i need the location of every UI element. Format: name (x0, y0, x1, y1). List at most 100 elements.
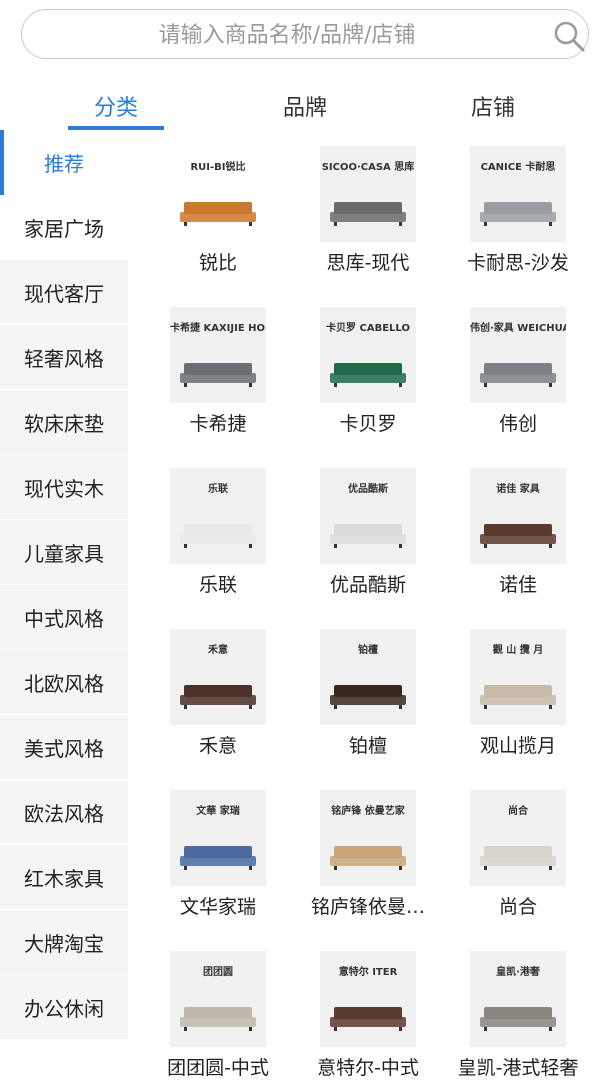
sofa-image (180, 524, 256, 548)
brand-row: 文華 家瑞 文华家瑞 铭庐锋 依曼艺家 铭庐锋依曼… 尚合 尚合 (143, 790, 593, 951)
brand-item[interactable]: 伟创·家具 WEICHUANG 伟创 (443, 307, 593, 468)
brand-thumbnail[interactable]: CANICE 卡耐思 (470, 146, 566, 242)
brand-logo: 乐联 (208, 484, 228, 495)
tab-shop[interactable]: 店铺 (445, 90, 541, 126)
brand-item[interactable]: CANICE 卡耐思 卡耐思-沙发 (443, 146, 593, 307)
brand-item[interactable]: SICOO·CASA 思库思库-现代 (293, 146, 443, 307)
brand-row: 乐联 乐联 优品酷斯 优品酷斯 诺佳 家具 诺佳 (143, 468, 593, 629)
tab-category[interactable]: 分类 (68, 90, 164, 126)
sofa-image (480, 524, 556, 548)
brand-logo: 铭庐锋 依曼艺家 (331, 806, 405, 817)
brand-thumbnail[interactable]: RUI-BI锐比 (170, 146, 266, 242)
sidebar-item-kids[interactable]: 儿童家具 (0, 520, 128, 585)
brand-thumbnail[interactable]: 禾意 (170, 629, 266, 725)
brand-thumbnail[interactable]: 铂檀 (320, 629, 416, 725)
brand-thumbnail[interactable]: 乐联 (170, 468, 266, 564)
brand-item[interactable]: 卡贝罗 CABELLO 卡贝罗 (293, 307, 443, 468)
brand-item[interactable]: 文華 家瑞 文华家瑞 (143, 790, 293, 951)
brand-row: 禾意 禾意 铂檀 铂檀觀 山 攬 月观山揽月 (143, 629, 593, 790)
brand-name: 铭庐锋依曼… (310, 896, 425, 918)
sofa-image (180, 846, 256, 870)
brand-name: 观山揽月 (479, 735, 556, 757)
brand-logo: RUI-BI锐比 (190, 162, 246, 173)
search-bar[interactable] (21, 9, 589, 59)
brand-item[interactable]: 意特尔 ITER 意特尔-中式 (293, 951, 443, 1080)
brand-thumbnail[interactable]: 诺佳 家具 (470, 468, 566, 564)
brand-name: 团团圆-中式 (167, 1057, 269, 1079)
sidebar-item-home-plaza[interactable]: 家居广场 (0, 195, 128, 260)
sofa-image (180, 202, 256, 226)
brand-thumbnail[interactable]: 意特尔 ITER (320, 951, 416, 1047)
brand-name: 禾意 (198, 735, 237, 757)
brand-thumbnail[interactable]: 皇凯·港奢 (470, 951, 566, 1047)
brand-logo: 禾意 (208, 645, 228, 656)
brand-logo: 优品酷斯 (348, 484, 388, 495)
brand-name: 卡希捷 (189, 413, 247, 435)
brand-thumbnail[interactable]: 伟创·家具 WEICHUANG (470, 307, 566, 403)
search-icon[interactable] (552, 19, 586, 53)
sidebar-item-light-luxury[interactable]: 轻奢风格 (0, 325, 128, 390)
brand-row: 卡希捷 KAXIJIE HOME 卡希捷 卡贝罗 CABELLO 卡贝罗 伟创·家具 W… (143, 307, 593, 468)
brand-name: 铂檀 (348, 735, 387, 757)
brand-item[interactable]: 乐联 乐联 (143, 468, 293, 629)
brand-thumbnail[interactable]: 觀 山 攬 月 (470, 629, 566, 725)
sidebar-item-modern-wood[interactable]: 现代实木 (0, 455, 128, 520)
brand-item[interactable]: 诺佳 家具 诺佳 (443, 468, 593, 629)
brand-thumbnail[interactable]: 优品酷斯 (320, 468, 416, 564)
sidebar-item-chinese[interactable]: 中式风格 (0, 585, 128, 650)
sofa-image (180, 1007, 256, 1031)
sidebar-item-recommend[interactable]: 推荐 (0, 130, 128, 195)
sidebar-item-nordic[interactable]: 北欧风格 (0, 650, 128, 715)
brand-thumbnail[interactable]: 卡希捷 KAXIJIE HOME (170, 307, 266, 403)
brand-row: RUI-BI锐比 锐比 SICOO·CASA 思库 思库-现代 CANICE 卡耐思 卡耐… (143, 146, 593, 307)
brand-name: 锐比 (198, 252, 237, 274)
sofa-image (330, 1007, 406, 1031)
brand-logo: 尚合 (508, 806, 528, 817)
sofa-image (480, 363, 556, 387)
brand-item[interactable]: 团团圆团团圆-中式 (143, 951, 293, 1080)
brand-logo: 皇凯·港奢 (496, 967, 540, 978)
brand-item[interactable]: 卡希捷 KAXIJIE HOME 卡希捷 (143, 307, 293, 468)
sofa-image (480, 685, 556, 709)
brand-name: 思库-现代 (326, 252, 410, 274)
search-input[interactable] (52, 18, 522, 52)
brand-item[interactable]: 禾意 禾意 (143, 629, 293, 790)
sofa-image (180, 363, 256, 387)
brand-thumbnail[interactable]: 卡贝罗 CABELLO (320, 307, 416, 403)
brand-item[interactable]: 觀 山 攬 月观山揽月 (443, 629, 593, 790)
brand-thumbnail[interactable]: 铭庐锋 依曼艺家 (320, 790, 416, 886)
brand-item[interactable]: 尚合 尚合 (443, 790, 593, 951)
sidebar-item-beds[interactable]: 软床床垫 (0, 390, 128, 455)
brand-thumbnail[interactable]: 团团圆 (170, 951, 266, 1047)
brand-item[interactable]: RUI-BI锐比锐比 (143, 146, 293, 307)
brand-logo: 卡希捷 KAXIJIE HOME (170, 323, 266, 334)
tab-brand[interactable]: 品牌 (257, 90, 353, 126)
sofa-image (330, 363, 406, 387)
sidebar-item-american[interactable]: 美式风格 (0, 715, 128, 780)
brand-logo: 觀 山 攬 月 (492, 645, 544, 656)
category-sidebar: 推荐 家居广场 现代客厅 轻奢风格 软床床垫 现代实木 儿童家具 中式风格 北欧… (0, 130, 128, 1040)
brand-logo: CANICE 卡耐思 (480, 162, 556, 173)
brand-thumbnail[interactable]: 尚合 (470, 790, 566, 886)
sidebar-item-big-brand[interactable]: 大牌淘宝 (0, 910, 128, 975)
sidebar-item-modern-living[interactable]: 现代客厅 (0, 260, 128, 325)
sidebar-item-rosewood[interactable]: 红木家具 (0, 845, 128, 910)
brand-logo: 诺佳 家具 (496, 484, 540, 495)
brand-item[interactable]: 铭庐锋 依曼艺家铭庐锋依曼… (293, 790, 443, 951)
sofa-image (480, 202, 556, 226)
brand-item[interactable]: 皇凯·港奢皇凯-港式轻奢 (443, 951, 593, 1080)
sofa-image (330, 685, 406, 709)
brand-item[interactable]: 优品酷斯 优品酷斯 (293, 468, 443, 629)
brand-name: 皇凯-港式轻奢 (457, 1057, 579, 1079)
brand-logo: 铂檀 (358, 645, 378, 656)
brand-logo: 卡贝罗 CABELLO (326, 323, 410, 334)
brand-name: 伟创 (498, 413, 537, 435)
sofa-image (330, 846, 406, 870)
sidebar-item-european[interactable]: 欧法风格 (0, 780, 128, 845)
brand-logo: 意特尔 ITER (338, 967, 398, 978)
sofa-image (480, 1007, 556, 1031)
brand-thumbnail[interactable]: 文華 家瑞 (170, 790, 266, 886)
brand-item[interactable]: 铂檀 铂檀 (293, 629, 443, 790)
sidebar-item-office[interactable]: 办公休闲 (0, 975, 128, 1040)
brand-thumbnail[interactable]: SICOO·CASA 思库 (320, 146, 416, 242)
